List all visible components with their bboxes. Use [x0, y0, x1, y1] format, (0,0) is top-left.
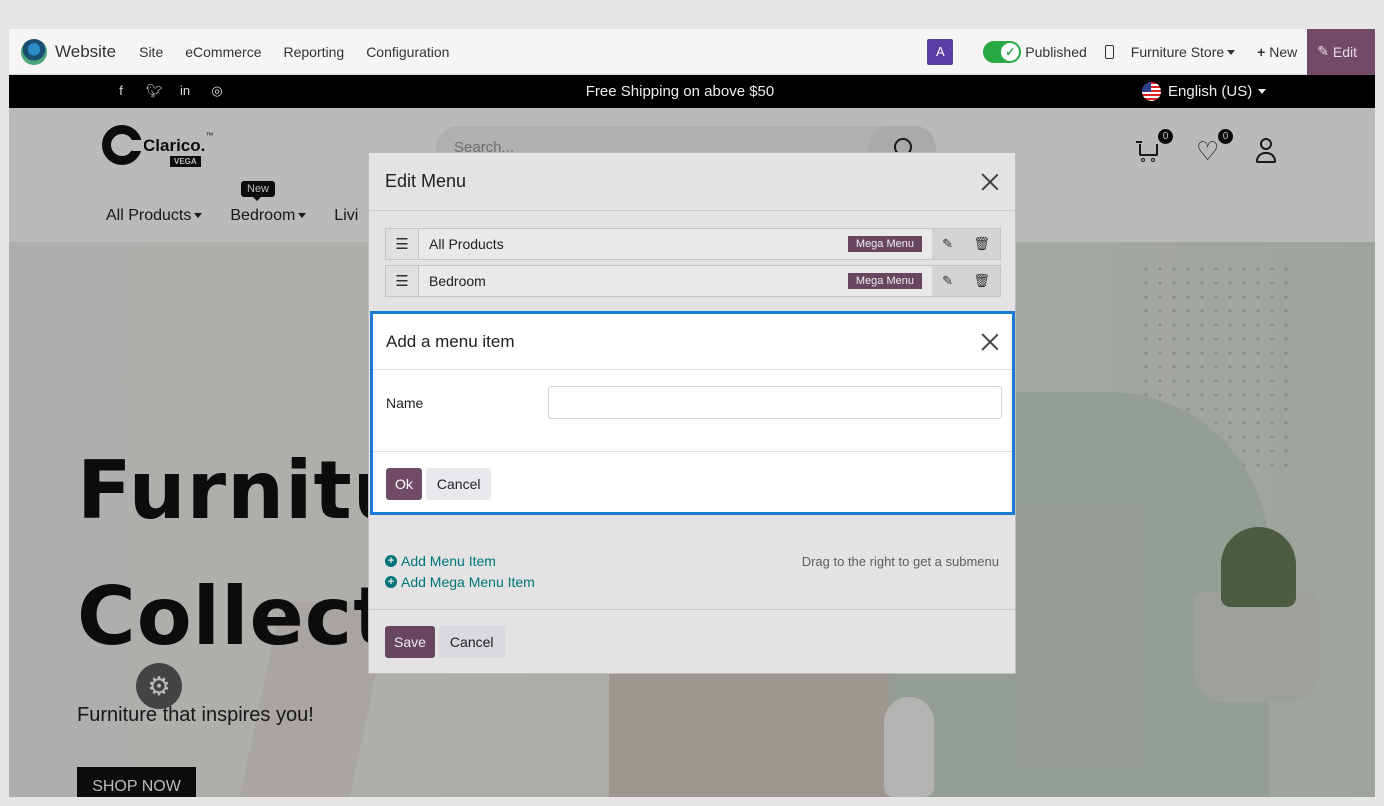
drag-handle-icon[interactable]: ☰ [386, 229, 419, 259]
language-selector[interactable]: English (US) [1142, 82, 1267, 101]
menu-configuration[interactable]: Configuration [355, 44, 460, 60]
app-name: Website [55, 41, 117, 61]
edit-menu-footer: Save Cancel [369, 609, 1015, 674]
drag-handle-icon[interactable]: ☰ [386, 266, 419, 296]
published-label: Published [1025, 43, 1087, 60]
published-toggle[interactable]: ✓ [983, 40, 1022, 63]
menu-row: ☰ Bedroom Mega Menu ✎ 🗑︎ [385, 265, 1001, 297]
plus-circle-icon: + [385, 555, 397, 567]
new-button-label: New [1269, 43, 1298, 60]
caret-down-icon [1258, 89, 1267, 94]
new-button[interactable]: + New [1257, 44, 1297, 60]
check-icon: ✓ [1001, 42, 1020, 61]
submenu-hint: Drag to the right to get a submenu [801, 554, 999, 569]
add-item-title: Add a menu item [386, 331, 515, 351]
edit-icon[interactable]: ✎ [942, 236, 953, 252]
mega-menu-badge: Mega Menu [847, 236, 922, 252]
row-actions: ✎ 🗑︎ [932, 229, 1000, 259]
mobile-preview-icon[interactable] [1104, 44, 1114, 59]
name-label: Name [386, 395, 424, 411]
trash-icon[interactable]: 🗑︎ [973, 273, 990, 289]
row-actions: ✎ 🗑︎ [932, 266, 1000, 296]
add-mega-menu-item-link[interactable]: + Add Mega Menu Item [385, 574, 535, 590]
menu-row-name: Bedroom [429, 273, 486, 289]
close-icon[interactable] [981, 333, 999, 351]
save-button[interactable]: Save [385, 626, 435, 658]
add-item-body: Name [373, 370, 1012, 452]
add-item-header: Add a menu item [373, 314, 1012, 370]
name-input[interactable] [548, 386, 1002, 419]
caret-down-icon [1227, 50, 1236, 56]
close-icon[interactable] [981, 173, 999, 191]
plus-icon: + [1257, 43, 1270, 60]
store-selector-label: Furniture Store [1130, 43, 1225, 60]
edit-menu-title: Edit Menu [385, 171, 467, 191]
ok-button[interactable]: Ok [386, 468, 422, 500]
browser-viewport: Website Site eCommerce Reporting Configu… [9, 29, 1375, 797]
add-menu-item-label: Add Menu Item [401, 553, 496, 569]
menu-ecommerce[interactable]: eCommerce [174, 44, 272, 60]
edit-icon[interactable]: ✎ [942, 273, 953, 289]
menu-reporting[interactable]: Reporting [272, 44, 355, 60]
user-avatar[interactable]: A [927, 38, 954, 65]
language-label: English (US) [1168, 83, 1253, 100]
pencil-icon: ✎ [1317, 43, 1333, 59]
add-menu-item-dialog: Add a menu item Name Ok Cancel [370, 311, 1015, 515]
cancel-button[interactable]: Cancel [425, 468, 492, 500]
edit-button[interactable]: ✎ Edit [1307, 29, 1375, 75]
edit-menu-header: Edit Menu [369, 153, 1015, 211]
us-flag-icon [1142, 82, 1161, 101]
menu-row: ☰ All Products Mega Menu ✎ 🗑︎ [385, 228, 1001, 260]
edit-button-label: Edit [1332, 43, 1357, 60]
plus-circle-icon: + [385, 576, 397, 588]
topbar-right: A ✓ Published Furniture Store + New ✎ Ed… [927, 29, 1375, 75]
add-links: + Add Menu Item + Add Mega Menu Item [385, 553, 535, 595]
add-menu-item-link[interactable]: + Add Menu Item [385, 553, 535, 569]
app-brand[interactable]: Website [21, 38, 117, 65]
announcement-bar: f 🐦︎ in ◎ Free Shipping on above $50 Eng… [9, 75, 1375, 108]
store-selector[interactable]: Furniture Store [1130, 43, 1236, 60]
menu-site[interactable]: Site [128, 44, 174, 60]
menu-row-name: All Products [429, 236, 504, 252]
mega-menu-badge: Mega Menu [847, 273, 922, 289]
odoo-navbar: Website Site eCommerce Reporting Configu… [9, 29, 1375, 75]
trash-icon[interactable]: 🗑︎ [973, 236, 990, 252]
top-menu: Site eCommerce Reporting Configuration [128, 44, 460, 60]
cancel-button[interactable]: Cancel [438, 626, 505, 658]
add-item-footer: Ok Cancel [373, 452, 1012, 516]
website-app-icon [21, 38, 47, 65]
add-mega-menu-item-label: Add Mega Menu Item [401, 574, 535, 590]
